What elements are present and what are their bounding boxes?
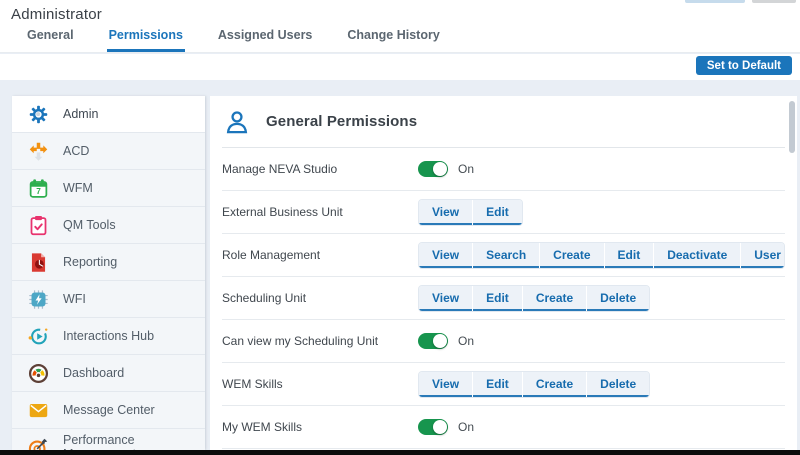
toggle-knob <box>433 334 447 348</box>
svg-text:7: 7 <box>36 186 41 196</box>
tab-assigned-users[interactable]: Assigned Users <box>216 22 314 52</box>
content-area: Admin ACD 7 WFM QM Tools Reporting WFI Interact… <box>0 80 800 450</box>
sidebar-item-label: WFI <box>63 292 86 306</box>
tab-general[interactable]: General <box>25 22 76 52</box>
sidebar-item-performance-management[interactable]: Performance Management <box>12 429 205 450</box>
permission-row-role-management: Role ManagementViewSearchCreateEditDeact… <box>222 234 785 277</box>
permission-row-can-view-my-scheduling-unit: Can view my Scheduling Unit On <box>222 320 785 363</box>
section-title: General Permissions <box>266 113 417 130</box>
gear-icon <box>28 104 49 125</box>
tab-bar: General Permissions Assigned Users Change H… <box>25 22 473 52</box>
permission-row-wem-skills: WEM SkillsViewEditCreateDelete <box>222 363 785 406</box>
toggle-state-label: On <box>458 334 474 348</box>
cutoff-button-blue <box>685 0 745 3</box>
edit-permission-button[interactable]: Edit <box>473 372 522 397</box>
edit-permission-button[interactable]: Edit <box>605 243 654 268</box>
sidebar-item-label: Interactions Hub <box>63 329 154 343</box>
permissions-panel: General Permissions Manage NEVA Studio On… <box>210 96 797 450</box>
view-permission-button[interactable]: View <box>419 200 472 225</box>
sidebar-item-label: Reporting <box>63 255 117 269</box>
acd-arrows-icon <box>28 141 49 162</box>
permission-label: WEM Skills <box>222 377 418 391</box>
create-permission-button[interactable]: Create <box>523 372 586 397</box>
permission-rows: Manage NEVA Studio On External Business Un… <box>222 148 785 449</box>
search-permission-button[interactable]: Search <box>473 243 539 268</box>
view-permission-button[interactable]: View <box>419 243 472 268</box>
sidebar-item-admin[interactable]: Admin <box>12 96 205 133</box>
clipboard-check-icon <box>28 215 49 236</box>
permission-label: Scheduling Unit <box>222 291 418 305</box>
edit-permission-button[interactable]: Edit <box>473 200 522 225</box>
toggle-wrap: On <box>418 333 474 349</box>
toggle-state-label: On <box>458 162 474 176</box>
permission-label: External Business Unit <box>222 205 418 219</box>
sidebar-item-label: WFM <box>63 181 93 195</box>
scrollbar-thumb[interactable] <box>789 101 795 153</box>
permission-button-group: ViewEditCreateDelete <box>418 371 650 398</box>
permission-row-external-business-unit: External Business UnitViewEdit <box>222 191 785 234</box>
sidebar-item-dashboard[interactable]: Dashboard <box>12 355 205 392</box>
cutoff-button-gray <box>752 0 796 3</box>
sidebar-item-wfi[interactable]: WFI <box>12 281 205 318</box>
view-permission-button[interactable]: View <box>419 286 472 311</box>
toggle-switch-can-view-my-scheduling-unit[interactable] <box>418 333 448 349</box>
person-icon <box>224 109 250 135</box>
sidebar-item-label: Dashboard <box>63 366 124 380</box>
page-title: Administrator <box>11 6 102 23</box>
sidebar-item-label: ACD <box>63 144 89 158</box>
app-window: Administrator General Permissions Assigned… <box>0 0 800 455</box>
permission-button-group: ViewEdit <box>418 199 523 226</box>
view-permission-button[interactable]: View <box>419 372 472 397</box>
toggle-knob <box>433 162 447 176</box>
sidebar-item-label: QM Tools <box>63 218 116 232</box>
permission-button-group: ViewSearchCreateEditDeactivateUser Assig… <box>418 242 785 269</box>
gauge-icon <box>28 363 49 384</box>
sidebar-item-message-center[interactable]: Message Center <box>12 392 205 429</box>
title-bar: Administrator General Permissions Assigned… <box>0 0 800 53</box>
permission-row-manage-neva-studio: Manage NEVA Studio On <box>222 148 785 191</box>
toggle-switch-manage-neva-studio[interactable] <box>418 161 448 177</box>
edit-permission-button[interactable]: Edit <box>473 286 522 311</box>
sidebar: Admin ACD 7 WFM QM Tools Reporting WFI Interact… <box>12 96 205 450</box>
permission-label: Manage NEVA Studio <box>222 162 418 176</box>
target-icon <box>28 437 49 451</box>
toolbar: Set to Default <box>0 54 800 80</box>
report-document-icon <box>28 252 49 273</box>
user-assignment-permission-button[interactable]: User Assignment <box>741 243 785 268</box>
calendar-icon: 7 <box>28 178 49 199</box>
section-header: General Permissions <box>222 96 785 148</box>
sidebar-item-label: Performance Management <box>63 433 205 450</box>
permission-label: Can view my Scheduling Unit <box>222 334 418 348</box>
create-permission-button[interactable]: Create <box>540 243 603 268</box>
tab-permissions[interactable]: Permissions <box>107 22 185 52</box>
permission-row-scheduling-unit: Scheduling UnitViewEditCreateDelete <box>222 277 785 320</box>
sidebar-item-reporting[interactable]: Reporting <box>12 244 205 281</box>
set-to-default-button[interactable]: Set to Default <box>696 56 792 75</box>
window-bottom-edge <box>0 450 800 455</box>
delete-permission-button[interactable]: Delete <box>587 286 649 311</box>
permission-button-group: ViewEditCreateDelete <box>418 285 650 312</box>
deactivate-permission-button[interactable]: Deactivate <box>654 243 740 268</box>
tab-change-history[interactable]: Change History <box>345 22 441 52</box>
sidebar-item-qm-tools[interactable]: QM Tools <box>12 207 205 244</box>
sidebar-item-acd[interactable]: ACD <box>12 133 205 170</box>
permission-row-my-wem-skills: My WEM Skills On <box>222 406 785 449</box>
sidebar-item-interactions-hub[interactable]: Interactions Hub <box>12 318 205 355</box>
toggle-knob <box>433 420 447 434</box>
permission-label: Role Management <box>222 248 418 262</box>
sidebar-item-label: Admin <box>63 107 98 121</box>
create-permission-button[interactable]: Create <box>523 286 586 311</box>
sidebar-item-label: Message Center <box>63 403 155 417</box>
delete-permission-button[interactable]: Delete <box>587 372 649 397</box>
play-circle-icon <box>28 326 49 347</box>
permission-label: My WEM Skills <box>222 420 418 434</box>
sidebar-item-wfm[interactable]: 7 WFM <box>12 170 205 207</box>
toggle-state-label: On <box>458 420 474 434</box>
envelope-icon <box>28 400 49 421</box>
toggle-wrap: On <box>418 161 474 177</box>
toggle-switch-my-wem-skills[interactable] <box>418 419 448 435</box>
toggle-wrap: On <box>418 419 474 435</box>
chip-bolt-icon <box>28 289 49 310</box>
